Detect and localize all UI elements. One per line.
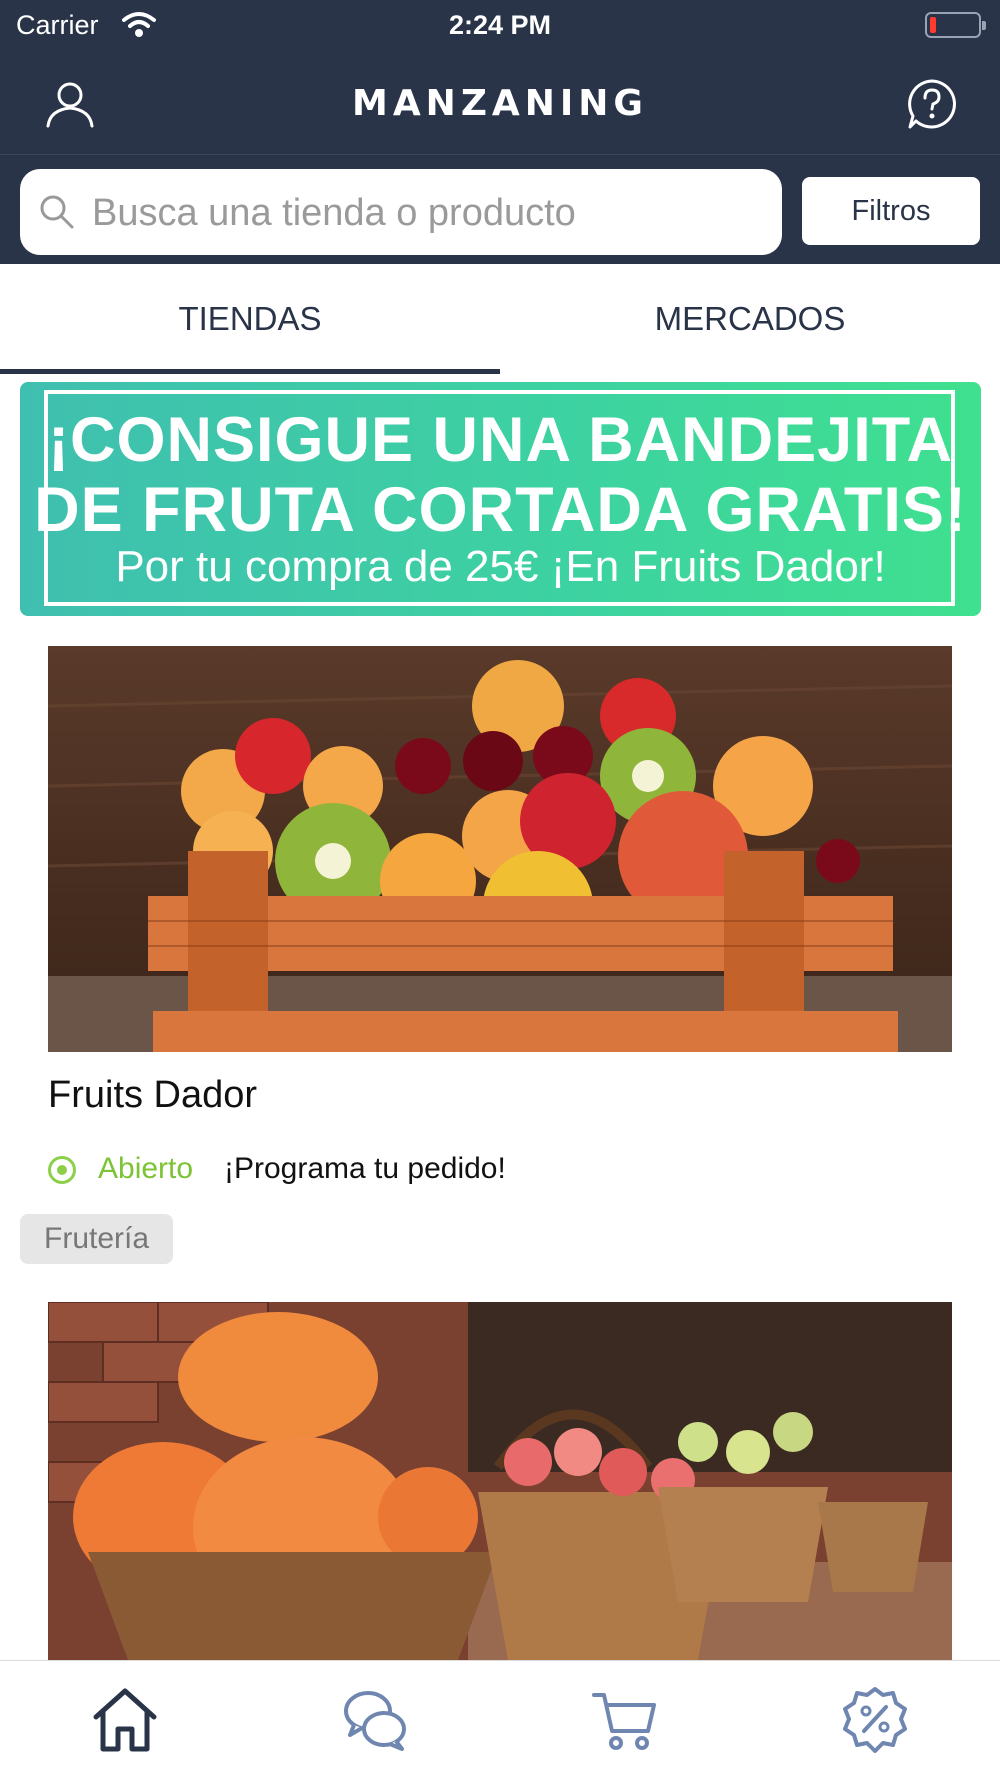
store-note: ¡Programa tu pedido! <box>224 1152 506 1185</box>
chat-icon[interactable] <box>340 1685 410 1755</box>
promo-banner[interactable]: ¡CONSIGUE UNA BANDEJITA DE FRUTA CORTADA… <box>20 382 981 616</box>
search-bar-area: Filtros <box>0 154 1000 265</box>
store-card[interactable] <box>0 1302 1000 1660</box>
banner-headline-2: DE FRUTA CORTADA GRATIS! <box>34 475 967 545</box>
banner-subtitle: Por tu compra de 25€ ¡En Fruits Dador! <box>115 542 886 591</box>
search-icon <box>40 195 74 229</box>
tab-bar-top: TIENDAS MERCADOS <box>0 264 1000 374</box>
filters-button[interactable]: Filtros <box>802 177 980 245</box>
store-image-pumpkins[interactable] <box>48 1302 952 1660</box>
open-indicator-icon <box>48 1156 76 1184</box>
banner-headline-1: ¡CONSIGUE UNA BANDEJITA <box>47 405 954 475</box>
store-card[interactable]: Fruits Dador Abierto ¡Programa tu pedido… <box>0 646 1000 1266</box>
search-input[interactable] <box>90 179 764 247</box>
store-status: Abierto <box>98 1152 194 1185</box>
store-image-fruit-crate[interactable] <box>48 646 952 1052</box>
category-tag[interactable]: Frutería <box>20 1214 174 1264</box>
tab-mercados[interactable]: MERCADOS <box>500 264 1000 374</box>
bottom-tab-bar <box>0 1660 1000 1779</box>
store-status-row: Abierto ¡Programa tu pedido! <box>48 1152 748 1192</box>
store-name[interactable]: Fruits Dador <box>48 1074 257 1117</box>
search-box[interactable] <box>20 169 782 255</box>
cart-icon[interactable] <box>590 1685 660 1755</box>
home-icon[interactable] <box>90 1685 160 1755</box>
discount-icon[interactable] <box>840 1685 910 1755</box>
top-bar: Carrier 2:24 PM MANZANING <box>0 0 1000 154</box>
app-header: MANZANING <box>0 50 1000 154</box>
tab-tiendas[interactable]: TIENDAS <box>0 264 500 374</box>
app-title: MANZANING <box>352 83 648 124</box>
battery-icon <box>925 12 986 38</box>
status-bar: Carrier 2:24 PM <box>0 0 1000 50</box>
clock: 2:24 PM <box>448 10 552 40</box>
help-icon[interactable] <box>906 78 958 130</box>
